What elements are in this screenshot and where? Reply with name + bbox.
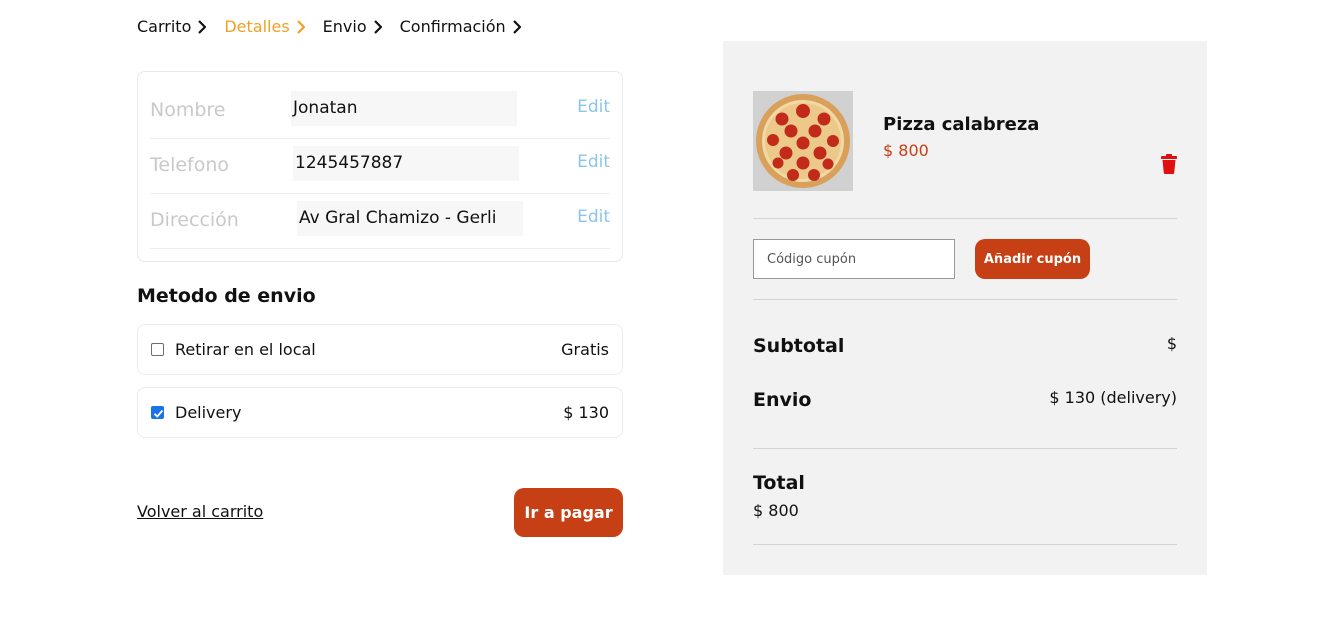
pay-button[interactable]: Ir a pagar [514, 488, 623, 537]
breadcrumb-label: Carrito [137, 17, 192, 36]
edit-phone-link[interactable]: Edit [577, 152, 610, 172]
subtotal-label: Subtotal [753, 335, 845, 357]
breadcrumb-item-confirmacion[interactable]: Confirmación [400, 17, 521, 36]
detail-row-name: Nombre Jonatan Edit [150, 84, 610, 139]
total-label: Total [753, 472, 805, 494]
coupon-input[interactable] [753, 239, 955, 279]
breadcrumb-item-envio[interactable]: Envio [323, 17, 382, 36]
shipping-option-label: Retirar en el local [175, 340, 316, 359]
chevron-right-icon [512, 19, 521, 34]
detail-row-phone: Telefono 1245457887 Edit [150, 139, 610, 194]
shipping-option-price: $ 130 [563, 403, 609, 422]
breadcrumb-label: Envio [322, 17, 367, 36]
divider [753, 448, 1177, 449]
breadcrumb-item-detalles[interactable]: Detalles [224, 17, 305, 36]
total-value: $ 800 [753, 501, 799, 520]
divider [753, 299, 1177, 300]
envio-value: $ 130 (delivery) [1049, 388, 1177, 407]
pickup-checkbox[interactable] [151, 343, 164, 356]
cart-item-name: Pizza calabreza [883, 114, 1040, 135]
cart-item-price: $ 800 [883, 141, 929, 160]
pizza-image [753, 91, 853, 191]
order-summary-panel: Pizza calabreza $ 800 Añadir cupón Subto… [723, 41, 1207, 575]
address-label: Dirección [150, 209, 239, 231]
name-value: Jonatan [291, 91, 517, 126]
chevron-right-icon [296, 19, 305, 34]
edit-name-link[interactable]: Edit [577, 97, 610, 117]
address-value: Av Gral Chamizo - Gerli [297, 201, 523, 236]
breadcrumb: Carrito Detalles Envio Confirmación [137, 17, 539, 36]
customer-details-card: Nombre Jonatan Edit Telefono 1245457887 … [137, 71, 623, 262]
check-icon [153, 409, 164, 418]
breadcrumb-label: Confirmación [399, 17, 506, 36]
add-coupon-button[interactable]: Añadir cupón [975, 239, 1090, 279]
name-label: Nombre [150, 99, 226, 121]
shipping-option-label: Delivery [175, 403, 242, 422]
trash-icon[interactable] [1160, 154, 1178, 174]
phone-label: Telefono [150, 154, 230, 176]
shipping-option-price: Gratis [561, 340, 609, 359]
subtotal-value: $ [1166, 334, 1177, 353]
edit-address-link[interactable]: Edit [577, 207, 610, 227]
detail-row-address: Dirección Av Gral Chamizo - Gerli Edit [150, 194, 610, 249]
breadcrumb-item-carrito[interactable]: Carrito [137, 17, 207, 36]
shipping-option-pickup[interactable]: Retirar en el local Gratis [137, 324, 623, 375]
back-to-cart-link[interactable]: Volver al carrito [137, 502, 263, 521]
breadcrumb-label: Detalles [224, 17, 290, 36]
divider [753, 218, 1177, 219]
phone-value: 1245457887 [293, 146, 519, 181]
shipping-method-title: Metodo de envio [137, 285, 316, 307]
divider [753, 544, 1177, 545]
envio-label: Envio [753, 389, 812, 411]
shipping-option-delivery[interactable]: Delivery $ 130 [137, 387, 623, 438]
delivery-checkbox[interactable] [151, 406, 164, 419]
chevron-right-icon [198, 19, 207, 34]
chevron-right-icon [373, 19, 382, 34]
